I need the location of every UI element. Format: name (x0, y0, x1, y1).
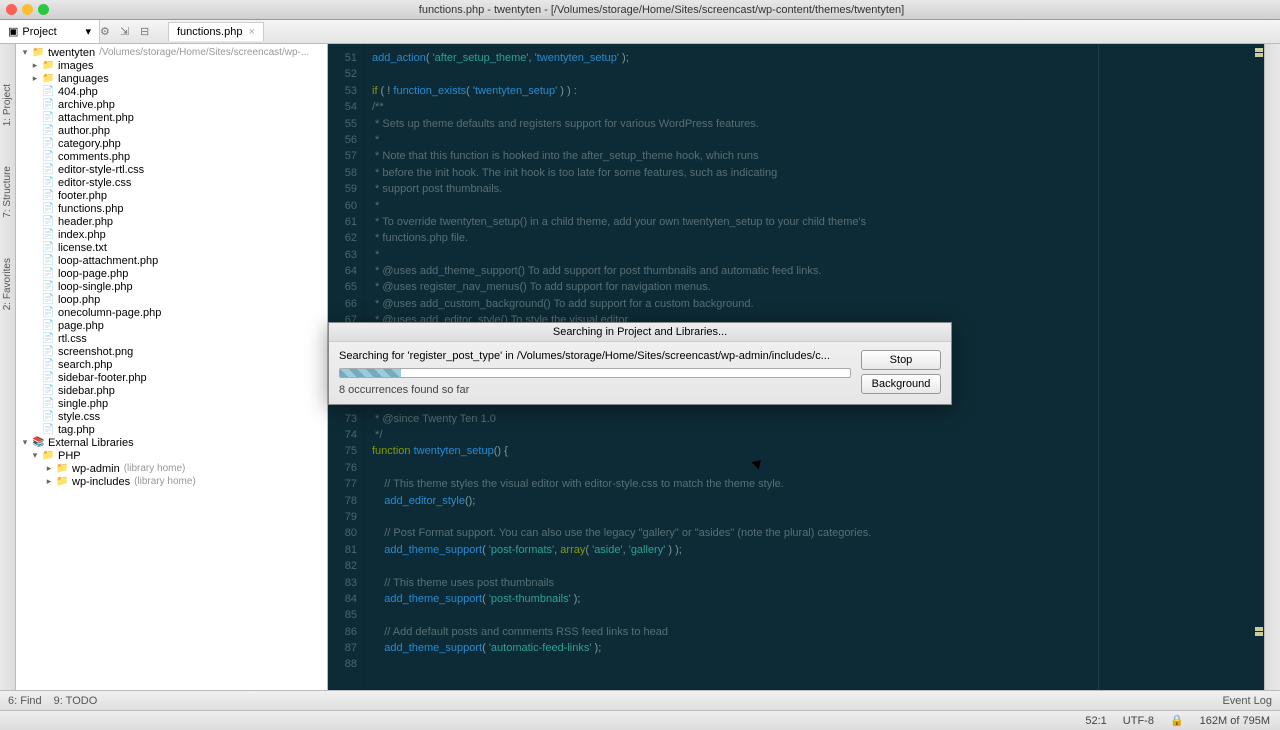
encoding[interactable]: UTF-8 (1123, 715, 1154, 727)
project-icon: ▣ (8, 25, 18, 38)
tree-file[interactable]: 📄loop.php (16, 293, 327, 306)
left-tool-strip: 1: Project 7: Structure 2: Favorites (0, 44, 16, 690)
settings-icon[interactable]: ⚙ (100, 25, 114, 39)
tree-file[interactable]: 📄footer.php (16, 189, 327, 202)
tree-file[interactable]: 📄screenshot.png (16, 345, 327, 358)
tree-file[interactable]: 📄onecolumn-page.php (16, 306, 327, 319)
right-tool-strip (1264, 44, 1280, 690)
dialog-status: 8 occurrences found so far (339, 384, 851, 396)
tree-file[interactable]: 📄functions.php (16, 202, 327, 215)
hide-icon[interactable]: ⊟ (140, 25, 154, 39)
tree-file[interactable]: 📄category.php (16, 137, 327, 150)
tab-functions-php[interactable]: functions.php × (168, 22, 264, 41)
status-bar: 52:1 UTF-8 🔒 162M of 795M (0, 710, 1280, 730)
project-label: Project (22, 26, 56, 38)
dialog-title: Searching in Project and Libraries... (329, 323, 951, 342)
cursor-position: 52:1 (1085, 715, 1106, 727)
tree-file[interactable]: 📄header.php (16, 215, 327, 228)
tool-todo[interactable]: 9: TODO (54, 695, 98, 707)
stop-button[interactable]: Stop (861, 350, 941, 370)
dialog-message: Searching for 'register_post_type' in /V… (339, 350, 851, 362)
tree-file[interactable]: 📄comments.php (16, 150, 327, 163)
tree-file[interactable]: 📄license.txt (16, 241, 327, 254)
tree-file[interactable]: 📄loop-attachment.php (16, 254, 327, 267)
tree-file[interactable]: 📄attachment.php (16, 111, 327, 124)
tree-file[interactable]: 📄single.php (16, 397, 327, 410)
tree-file[interactable]: 📄sidebar.php (16, 384, 327, 397)
tree-file[interactable]: 📄loop-page.php (16, 267, 327, 280)
traffic-lights[interactable] (6, 4, 49, 15)
tree-file[interactable]: 📄author.php (16, 124, 327, 137)
tree-file[interactable]: 📄editor-style-rtl.css (16, 163, 327, 176)
marker-strip (1254, 44, 1264, 690)
tree-file[interactable]: 📄page.php (16, 319, 327, 332)
chevron-down-icon: ▾ (85, 25, 91, 38)
tree-file[interactable]: ▾📁PHP (16, 449, 327, 462)
tree-folder[interactable]: ▾📁twentyten/Volumes/storage/Home/Sites/s… (16, 46, 327, 59)
tree-file[interactable]: ▸📁images (16, 59, 327, 72)
tool-structure[interactable]: 7: Structure (2, 166, 13, 218)
tree-file[interactable]: 📄sidebar-footer.php (16, 371, 327, 384)
tree-file[interactable]: ▸📁languages (16, 72, 327, 85)
tree-folder[interactable]: ▸📁wp-admin(library home) (16, 462, 327, 475)
event-log[interactable]: Event Log (1222, 695, 1272, 707)
tree-file[interactable]: 📄search.php (16, 358, 327, 371)
zoom-icon[interactable] (38, 4, 49, 15)
memory-indicator[interactable]: 162M of 795M (1200, 715, 1270, 727)
tab-label: functions.php (177, 26, 242, 38)
close-tab-icon[interactable]: × (248, 26, 254, 38)
project-tool-tab[interactable]: ▣ Project ▾ (0, 20, 100, 43)
project-tree[interactable]: ▾📁twentyten/Volumes/storage/Home/Sites/s… (16, 44, 328, 690)
search-progress-dialog: Searching in Project and Libraries... Se… (328, 322, 952, 405)
tool-favorites[interactable]: 2: Favorites (2, 258, 13, 310)
progress-bar (339, 368, 851, 378)
editor-tabs: functions.php × (160, 22, 1280, 41)
tree-file[interactable]: 📄editor-style.css (16, 176, 327, 189)
tree-file[interactable]: 📄tag.php (16, 423, 327, 436)
tree-file[interactable]: 📄index.php (16, 228, 327, 241)
tree-file[interactable]: 📄loop-single.php (16, 280, 327, 293)
bottom-toolbar: 6: Find 9: TODO Event Log (0, 690, 1280, 710)
tree-file[interactable]: 📄rtl.css (16, 332, 327, 345)
tree-file[interactable]: 📄style.css (16, 410, 327, 423)
tree-file[interactable]: 📄archive.php (16, 98, 327, 111)
tree-file[interactable]: 📄404.php (16, 85, 327, 98)
collapse-icon[interactable]: ⇲ (120, 25, 134, 39)
window-titlebar: functions.php - twentyten - [/Volumes/st… (0, 0, 1280, 20)
minimize-icon[interactable] (22, 4, 33, 15)
toolbar: ▣ Project ▾ ⚙ ⇲ ⊟ functions.php × (0, 20, 1280, 44)
tree-file[interactable]: ▾📚External Libraries (16, 436, 327, 449)
right-margin (1098, 44, 1099, 690)
background-button[interactable]: Background (861, 374, 941, 394)
close-icon[interactable] (6, 4, 17, 15)
tree-folder[interactable]: ▸📁wp-includes(library home) (16, 475, 327, 488)
tool-project[interactable]: 1: Project (2, 84, 13, 126)
tool-find[interactable]: 6: Find (8, 695, 42, 707)
window-title: functions.php - twentyten - [/Volumes/st… (49, 4, 1274, 16)
lock-icon[interactable]: 🔒 (1170, 714, 1184, 727)
